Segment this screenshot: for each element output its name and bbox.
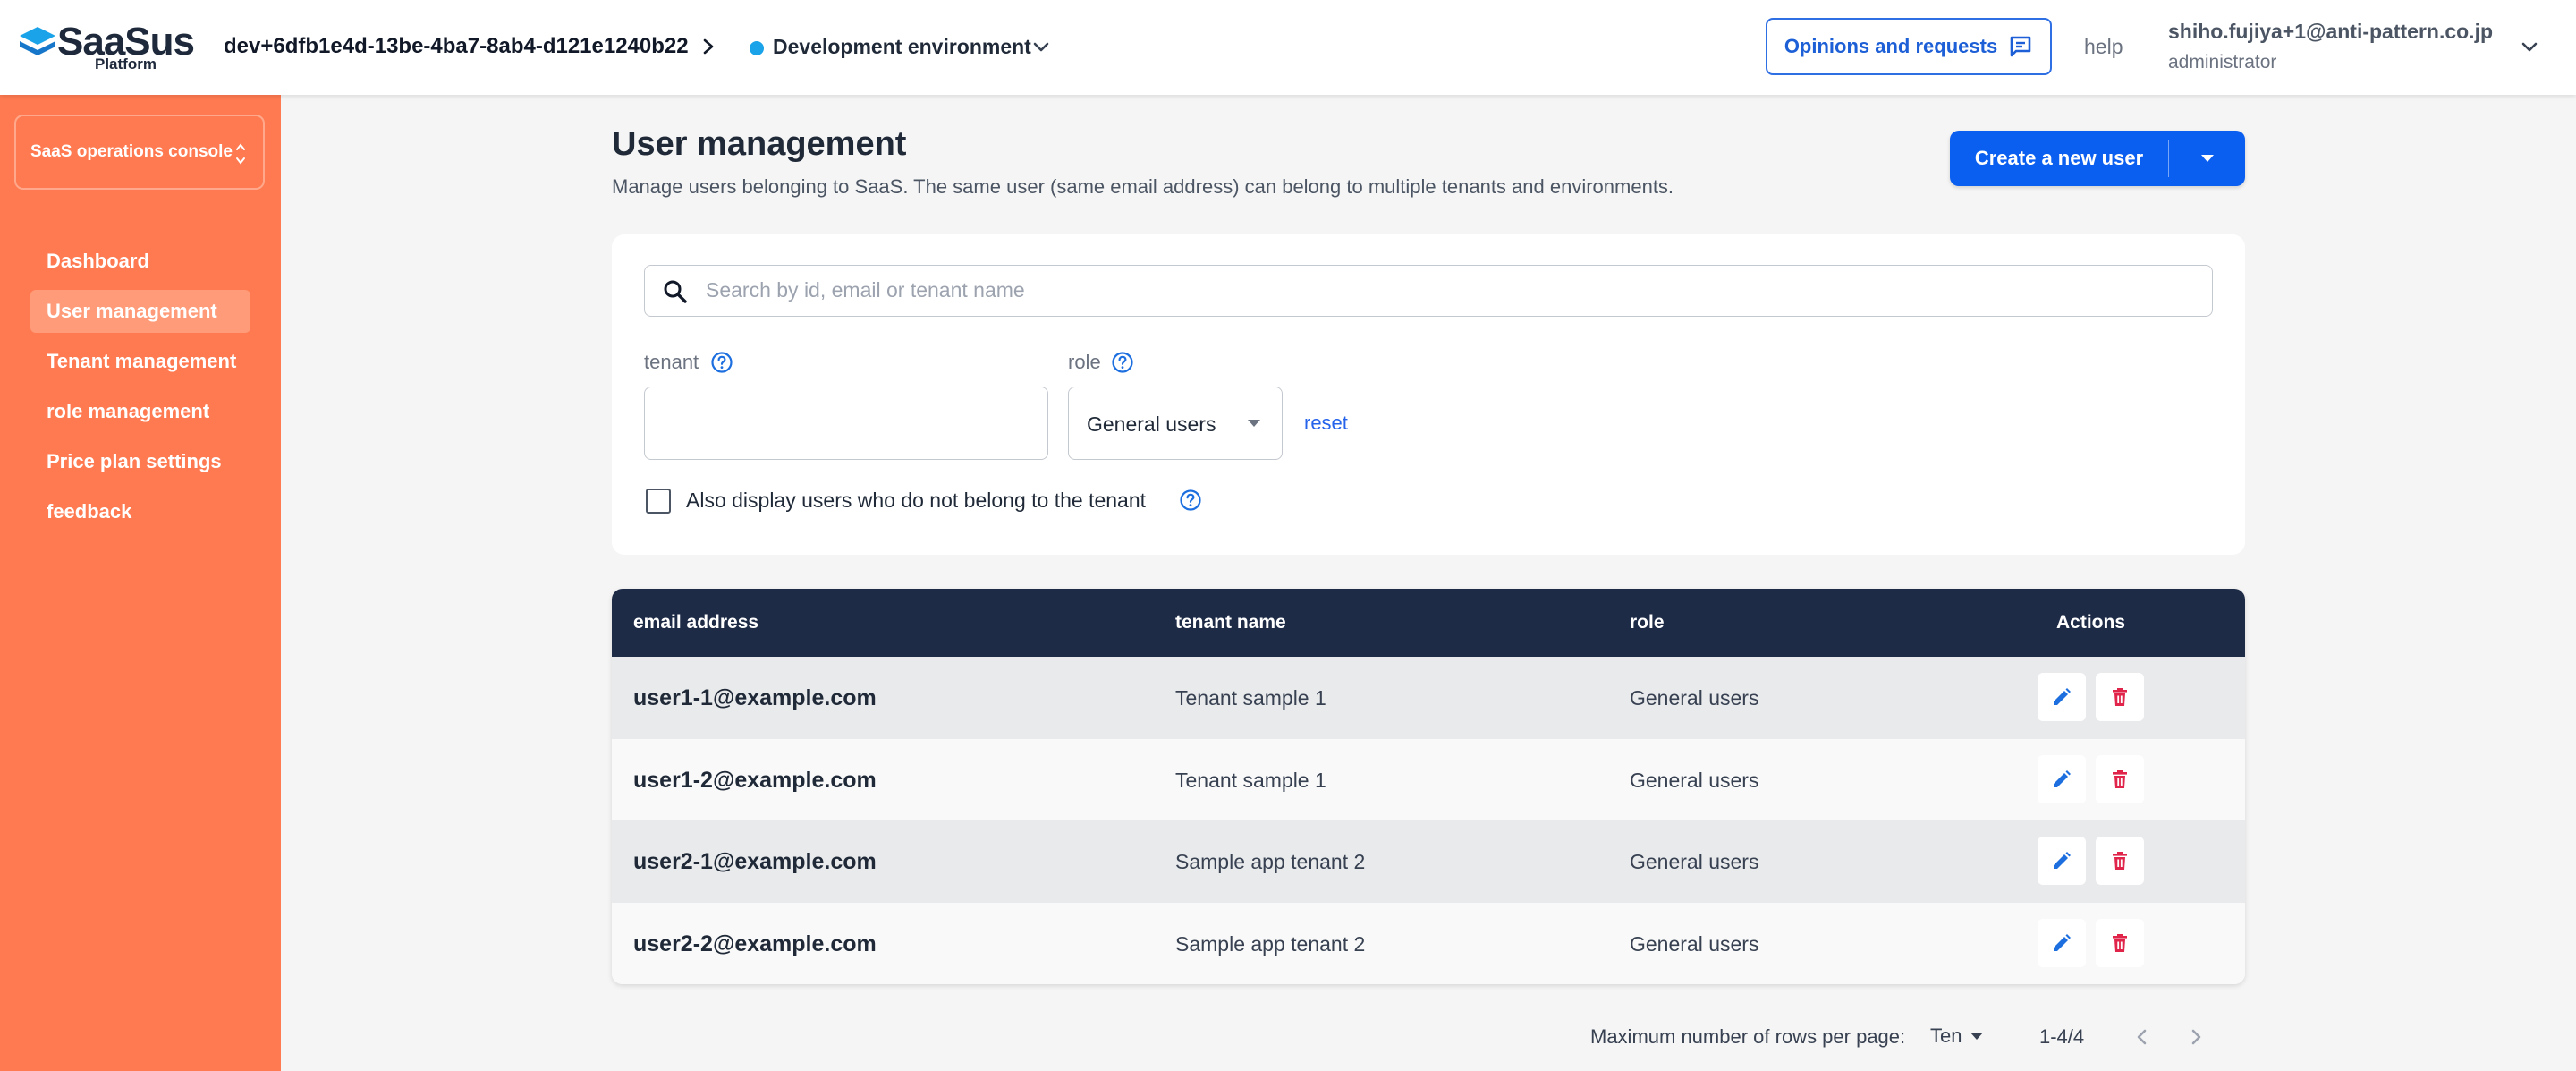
saasus-logo[interactable]: SaaSus Platform xyxy=(18,20,197,73)
trash-icon xyxy=(2113,852,2127,870)
trash-icon xyxy=(2113,769,2127,788)
environment-id-link[interactable]: dev+6dfb1e4d-13be-4ba7-8ab4-d121e1240b22 xyxy=(224,32,689,61)
previous-page-icon[interactable] xyxy=(2129,1024,2156,1050)
caret-down-icon xyxy=(1248,420,1260,427)
users-table: email address tenant name role Actions u… xyxy=(612,589,2245,984)
column-header-actions: Actions xyxy=(2056,612,2126,633)
edit-user-button[interactable] xyxy=(2038,673,2086,721)
logo-subtext: Platform xyxy=(95,55,157,72)
question-circle-icon[interactable] xyxy=(710,351,733,374)
column-header-role[interactable]: role xyxy=(1630,608,1665,637)
row-email: user1-2@example.com xyxy=(633,767,877,793)
environment-selector[interactable]: Development environment xyxy=(773,32,1031,61)
opinions-button-label: Opinions and requests xyxy=(1784,35,1998,57)
row-role: General users xyxy=(1630,931,1759,956)
row-tenant: Sample app tenant 2 xyxy=(1175,850,1366,873)
sidebar: SaaS operations console Dashboard User m… xyxy=(0,95,281,1071)
row-email: user1-1@example.com xyxy=(633,685,877,710)
tenant-filter-label: tenant xyxy=(644,351,699,373)
delete-user-button[interactable] xyxy=(2096,918,2144,967)
pencil-icon xyxy=(2054,688,2071,705)
table-body: user1-1@example.com Tenant sample 1 Gene… xyxy=(612,657,2245,984)
table-row[interactable]: user1-2@example.com Tenant sample 1 Gene… xyxy=(612,738,2245,820)
tenant-filter-input[interactable] xyxy=(644,387,1048,460)
table-row[interactable]: user2-1@example.com Sample app tenant 2 … xyxy=(612,820,2245,903)
question-circle-icon[interactable] xyxy=(1111,351,1134,374)
create-options-dropdown-button[interactable] xyxy=(2169,131,2245,186)
unfold-icon xyxy=(236,143,245,165)
row-role: General users xyxy=(1630,768,1759,792)
create-new-user-button[interactable]: Create a new user xyxy=(1950,131,2168,186)
saasus-logo-icon xyxy=(20,27,55,55)
create-user-split-button: Create a new user xyxy=(1950,131,2245,186)
chevron-right-icon[interactable] xyxy=(699,36,718,57)
top-header: SaaSus Platform dev+6dfb1e4d-13be-4ba7-8… xyxy=(0,0,2576,95)
show-unassigned-users-label[interactable]: Also display users who do not belong to … xyxy=(686,487,1146,514)
edit-user-button[interactable] xyxy=(2038,754,2086,803)
search-icon xyxy=(664,280,687,303)
table-row[interactable]: user2-2@example.com Sample app tenant 2 … xyxy=(612,902,2245,984)
edit-user-button[interactable] xyxy=(2038,837,2086,885)
row-email: user2-1@example.com xyxy=(633,849,877,874)
opinions-and-requests-button[interactable]: Opinions and requests xyxy=(1766,18,2052,75)
filter-card: tenant role General users reset Also dis… xyxy=(612,234,2245,555)
environment-status-dot xyxy=(750,41,764,55)
sidebar-item-user-management[interactable]: User management xyxy=(30,290,250,333)
role-filter-select[interactable]: General users xyxy=(1068,387,1283,460)
trash-icon xyxy=(2113,933,2127,952)
console-selector-label: SaaS operations console xyxy=(30,142,233,161)
row-tenant: Sample app tenant 2 xyxy=(1175,931,1366,956)
sidebar-item-tenant-management[interactable]: Tenant management xyxy=(30,340,250,383)
page-title: User management xyxy=(612,125,907,163)
chevron-down-icon[interactable] xyxy=(1030,36,1052,57)
chevron-down-icon[interactable] xyxy=(2519,36,2540,57)
pencil-icon xyxy=(2054,852,2071,869)
pencil-icon xyxy=(2054,769,2071,787)
table-header: email address tenant name role Actions xyxy=(612,589,2245,657)
page-range: 1-4/4 xyxy=(2039,1025,2085,1048)
user-email[interactable]: shiho.fujiya+1@anti-pattern.co.jp xyxy=(2168,18,2493,45)
chat-bubble-icon xyxy=(2010,36,2031,57)
trash-icon xyxy=(2113,688,2127,706)
user-role: administrator xyxy=(2168,52,2277,72)
sidebar-item-dashboard[interactable]: Dashboard xyxy=(30,240,250,283)
sidebar-item-price-plan-settings[interactable]: Price plan settings xyxy=(30,440,250,483)
caret-down-icon xyxy=(1970,1033,1984,1040)
table-row[interactable]: user1-1@example.com Tenant sample 1 Gene… xyxy=(612,657,2245,739)
row-tenant: Tenant sample 1 xyxy=(1175,768,1326,792)
next-page-icon[interactable] xyxy=(2182,1024,2209,1050)
help-link[interactable]: help xyxy=(2084,32,2123,61)
row-role: General users xyxy=(1630,850,1759,873)
column-header-tenant[interactable]: tenant name xyxy=(1175,608,1286,637)
delete-user-button[interactable] xyxy=(2096,673,2144,721)
rows-per-page-value: Ten xyxy=(1930,1024,1962,1047)
question-circle-icon[interactable] xyxy=(1179,489,1202,512)
delete-user-button[interactable] xyxy=(2096,837,2144,885)
sidebar-nav: Dashboard User management Tenant managem… xyxy=(30,240,250,540)
console-selector[interactable]: SaaS operations console xyxy=(14,115,265,190)
search-box xyxy=(644,265,2213,317)
edit-user-button[interactable] xyxy=(2038,918,2086,967)
row-tenant: Tenant sample 1 xyxy=(1175,686,1326,710)
sidebar-item-feedback[interactable]: feedback xyxy=(30,490,250,533)
row-email: user2-2@example.com xyxy=(633,931,877,956)
rows-per-page-select[interactable]: Ten xyxy=(1930,1022,1984,1050)
pencil-icon xyxy=(2054,933,2071,951)
sidebar-item-role-management[interactable]: role management xyxy=(30,390,250,433)
role-filter-label: role xyxy=(1068,351,1101,373)
role-filter-value: General users xyxy=(1087,412,1216,436)
show-unassigned-users-checkbox[interactable] xyxy=(646,489,671,514)
caret-down-icon xyxy=(2200,155,2214,162)
page-description: Manage users belonging to SaaS. The same… xyxy=(612,175,1674,198)
search-input[interactable] xyxy=(706,266,2190,315)
rows-per-page-label: Maximum number of rows per page: xyxy=(1590,1025,1906,1048)
column-header-email[interactable]: email address xyxy=(633,608,758,637)
row-role: General users xyxy=(1630,686,1759,710)
delete-user-button[interactable] xyxy=(2096,754,2144,803)
reset-filters-link[interactable]: reset xyxy=(1304,410,1348,437)
